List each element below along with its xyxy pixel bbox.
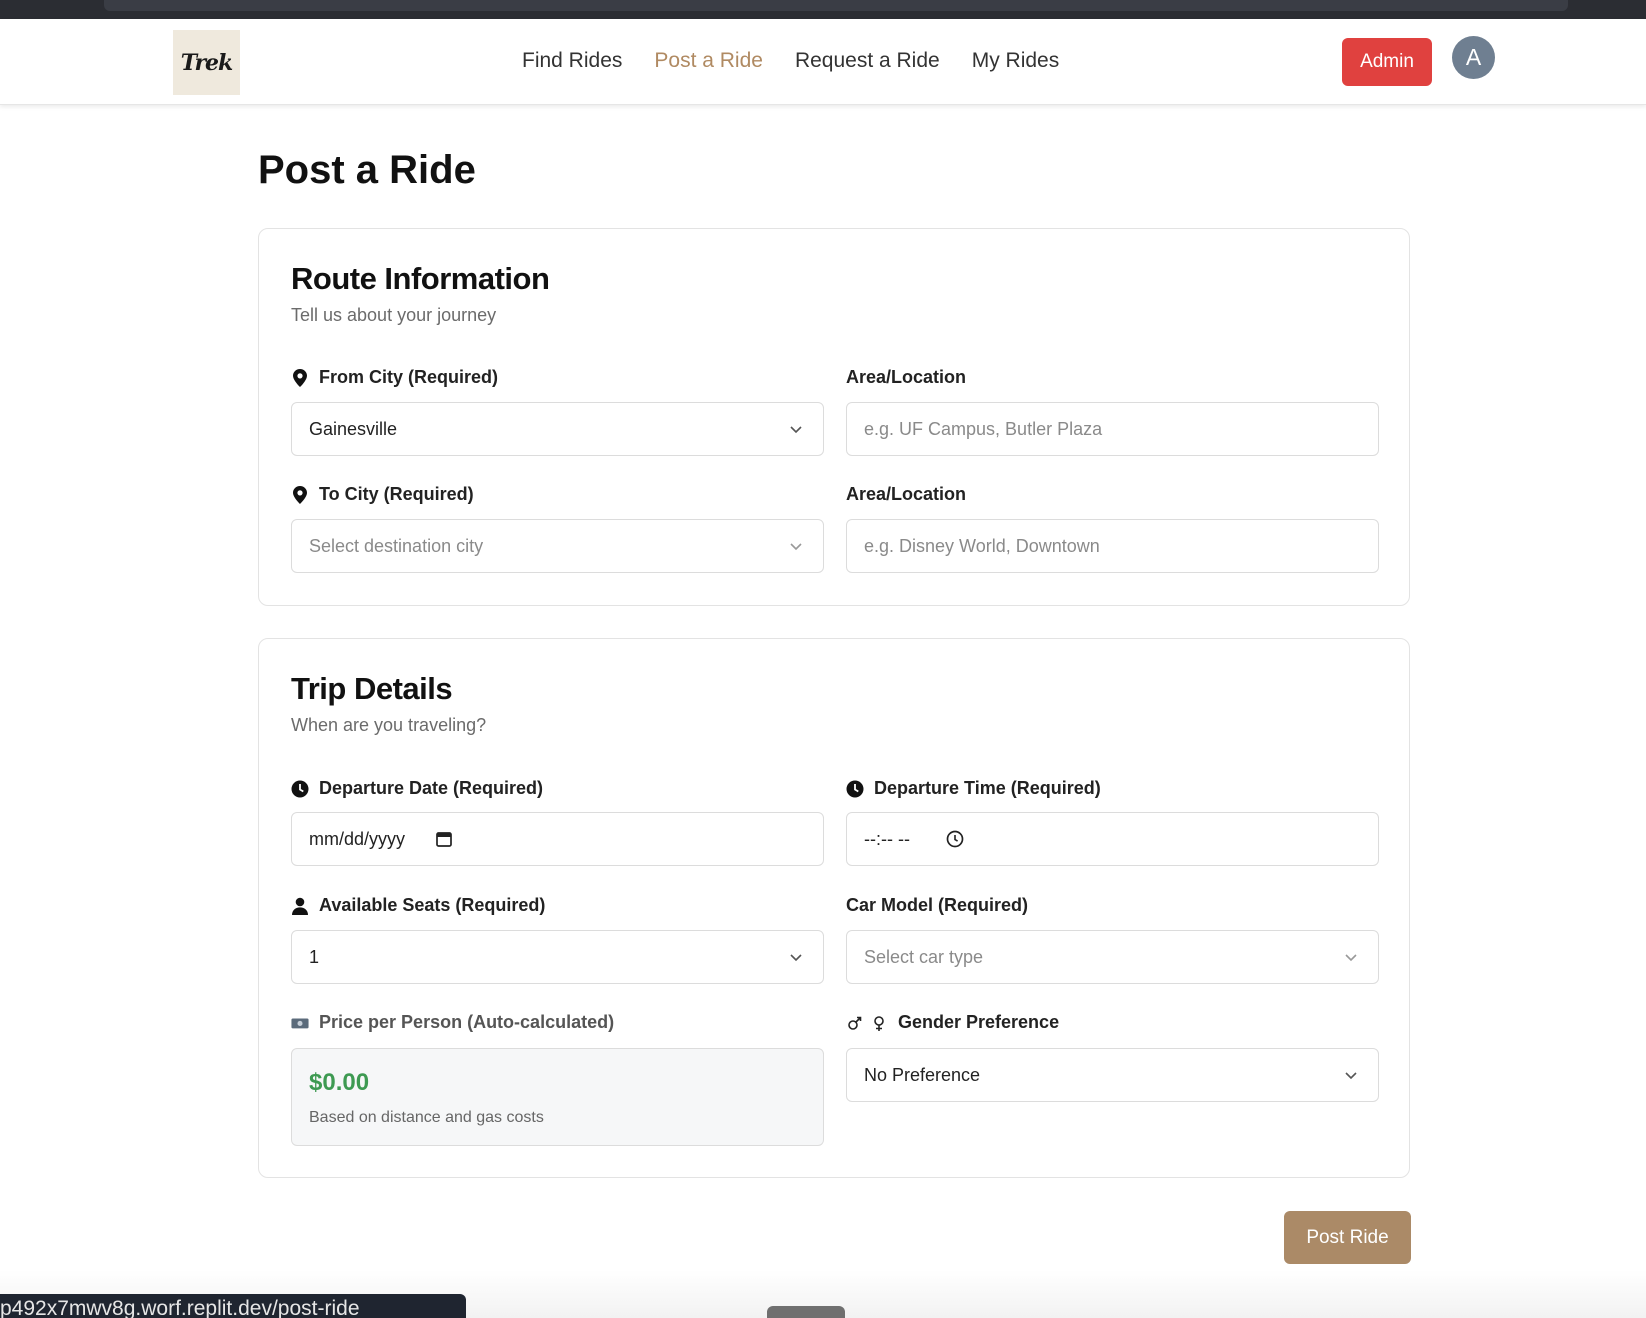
browser-bar	[0, 0, 1646, 19]
nav-request-a-ride[interactable]: Request a Ride	[795, 49, 940, 73]
post-ride-button[interactable]: Post Ride	[1284, 1211, 1411, 1264]
price-per-person-label-text: Price per Person (Auto-calculated)	[319, 1012, 615, 1032]
to-city-label-text: To City (Required)	[319, 484, 474, 504]
scroll-handle[interactable]	[767, 1306, 845, 1318]
to-area-label-text: Area/Location	[846, 484, 967, 504]
gender-icon	[846, 1014, 888, 1032]
admin-button[interactable]: Admin	[1342, 38, 1432, 86]
gender-preference-value: No Preference	[864, 1064, 981, 1085]
car-model-label: Car Model (Required)	[846, 895, 1028, 916]
car-model-select[interactable]: Select car type	[846, 930, 1379, 984]
to-city-select[interactable]: Select destination city	[291, 519, 824, 573]
chevron-down-icon	[1345, 1072, 1357, 1080]
top-navbar: Trek Find Rides Post a Ride Request a Ri…	[0, 19, 1646, 105]
chevron-down-icon	[790, 543, 802, 551]
available-seats-select[interactable]: 1	[291, 930, 824, 984]
to-area-placeholder: e.g. Disney World, Downtown	[864, 535, 1100, 556]
to-area-label: Area/Location	[846, 484, 966, 505]
clock-outline-icon[interactable]	[946, 830, 964, 848]
departure-time-label-text: Departure Time (Required)	[874, 778, 1101, 798]
gender-preference-label-text: Gender Preference	[898, 1012, 1060, 1032]
from-city-value: Gainesville	[309, 418, 398, 439]
map-pin-icon	[291, 485, 309, 504]
available-seats-label-text: Available Seats (Required)	[319, 895, 546, 915]
price-display: $0.00 Based on distance and gas costs	[291, 1048, 824, 1146]
departure-date-label-text: Departure Date (Required)	[319, 778, 544, 798]
money-icon	[291, 1014, 309, 1032]
trip-section-title: Trip Details	[291, 671, 453, 706]
clock-icon	[846, 780, 864, 798]
departure-date-placeholder: mm/dd/yyyy	[309, 828, 406, 849]
route-information-card: Route Information Tell us about your jou…	[258, 228, 1410, 606]
trip-details-card: Trip Details When are you traveling? Dep…	[258, 638, 1410, 1178]
nav-find-rides[interactable]: Find Rides	[522, 49, 622, 73]
from-area-label: Area/Location	[846, 367, 966, 388]
car-model-label-text: Car Model (Required)	[846, 895, 1029, 915]
clock-icon	[291, 780, 309, 798]
to-city-placeholder: Select destination city	[309, 535, 484, 556]
departure-date-input[interactable]: mm/dd/yyyy	[291, 812, 824, 866]
from-city-select[interactable]: Gainesville	[291, 402, 824, 456]
from-area-input[interactable]: e.g. UF Campus, Butler Plaza	[846, 402, 1379, 456]
from-area-label-text: Area/Location	[846, 367, 967, 387]
price-note: Based on distance and gas costs	[309, 1109, 544, 1126]
price-per-person-label: Price per Person (Auto-calculated)	[291, 1012, 614, 1033]
nav-post-a-ride[interactable]: Post a Ride	[654, 49, 763, 73]
departure-time-placeholder: --:-- --	[864, 828, 910, 849]
route-section-subtitle: Tell us about your journey	[291, 305, 497, 325]
available-seats-label: Available Seats (Required)	[291, 895, 545, 916]
trek-logo[interactable]: Trek	[173, 30, 240, 95]
from-area-placeholder: e.g. UF Campus, Butler Plaza	[864, 418, 1103, 439]
user-avatar[interactable]: A	[1452, 36, 1495, 79]
to-city-label: To City (Required)	[291, 484, 474, 505]
car-model-placeholder: Select car type	[864, 946, 984, 967]
available-seats-value: 1	[309, 946, 320, 967]
departure-date-label: Departure Date (Required)	[291, 778, 543, 799]
status-bar-url: p492x7mwv8g.worf.replit.dev/post-ride	[0, 1294, 466, 1318]
user-icon	[291, 897, 309, 915]
gender-preference-select[interactable]: No Preference	[846, 1048, 1379, 1102]
price-amount: $0.00	[309, 1069, 370, 1096]
chevron-down-icon	[1345, 954, 1357, 962]
gender-preference-label: Gender Preference	[846, 1012, 1059, 1033]
chevron-down-icon	[790, 426, 802, 434]
page-title: Post a Ride	[258, 148, 476, 192]
departure-time-input[interactable]: --:-- --	[846, 812, 1379, 866]
from-city-label: From City (Required)	[291, 367, 498, 388]
trip-section-subtitle: When are you traveling?	[291, 715, 487, 735]
map-pin-icon	[291, 368, 309, 387]
nav-my-rides[interactable]: My Rides	[972, 49, 1060, 73]
chevron-down-icon	[790, 954, 802, 962]
route-section-title: Route Information	[291, 261, 550, 296]
main-nav: Find Rides Post a Ride Request a Ride My…	[522, 49, 1059, 73]
address-bar[interactable]	[104, 0, 1568, 11]
from-city-label-text: From City (Required)	[319, 367, 499, 387]
to-area-input[interactable]: e.g. Disney World, Downtown	[846, 519, 1379, 573]
calendar-icon[interactable]	[435, 830, 453, 848]
departure-time-label: Departure Time (Required)	[846, 778, 1101, 799]
